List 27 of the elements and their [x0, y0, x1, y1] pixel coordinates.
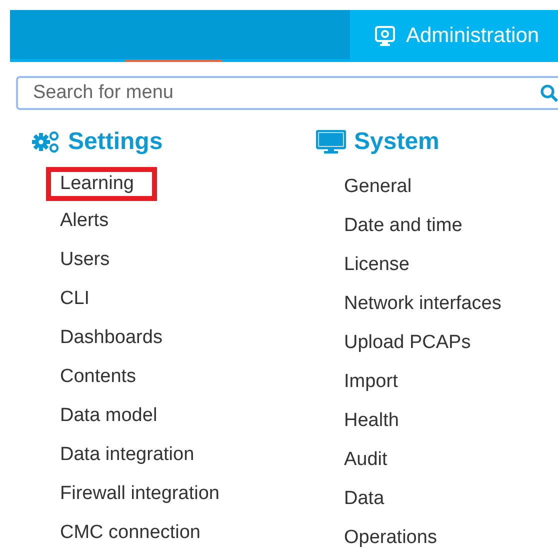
- menu-item[interactable]: Import: [344, 367, 398, 406]
- menu-item[interactable]: Data model: [60, 401, 158, 440]
- menu-item[interactable]: Users: [60, 245, 110, 284]
- menu-item[interactable]: Data: [344, 484, 384, 523]
- menu-item[interactable]: Operations: [344, 523, 437, 555]
- menu-item[interactable]: Firewall integration: [60, 479, 220, 518]
- monitor-icon: [316, 130, 346, 154]
- monitor-icon: [374, 25, 396, 47]
- section-title: System: [354, 128, 440, 156]
- menu-item[interactable]: CLI: [60, 284, 90, 323]
- menu-item[interactable]: Data integration: [60, 440, 194, 479]
- search-field[interactable]: Search for menu: [16, 76, 558, 110]
- menu-item[interactable]: Alerts: [60, 206, 109, 245]
- menu-item[interactable]: Audit: [344, 445, 388, 484]
- menu-item[interactable]: CMC connection: [60, 518, 200, 555]
- menu-item[interactable]: Network interfaces: [344, 289, 502, 328]
- menu-item[interactable]: Date and time: [344, 211, 462, 250]
- section-title: Settings: [68, 128, 163, 156]
- menu-item[interactable]: Upload PCAPs: [344, 328, 471, 367]
- menu-item[interactable]: Learning: [46, 167, 157, 201]
- menu-item[interactable]: License: [344, 250, 410, 289]
- menu-item[interactable]: General: [344, 172, 412, 211]
- menu-item[interactable]: Contents: [60, 362, 136, 401]
- gears-icon: [32, 131, 60, 153]
- search-icon: [540, 84, 558, 102]
- menu-item[interactable]: Health: [344, 406, 399, 445]
- menu-item[interactable]: Dashboards: [60, 323, 162, 362]
